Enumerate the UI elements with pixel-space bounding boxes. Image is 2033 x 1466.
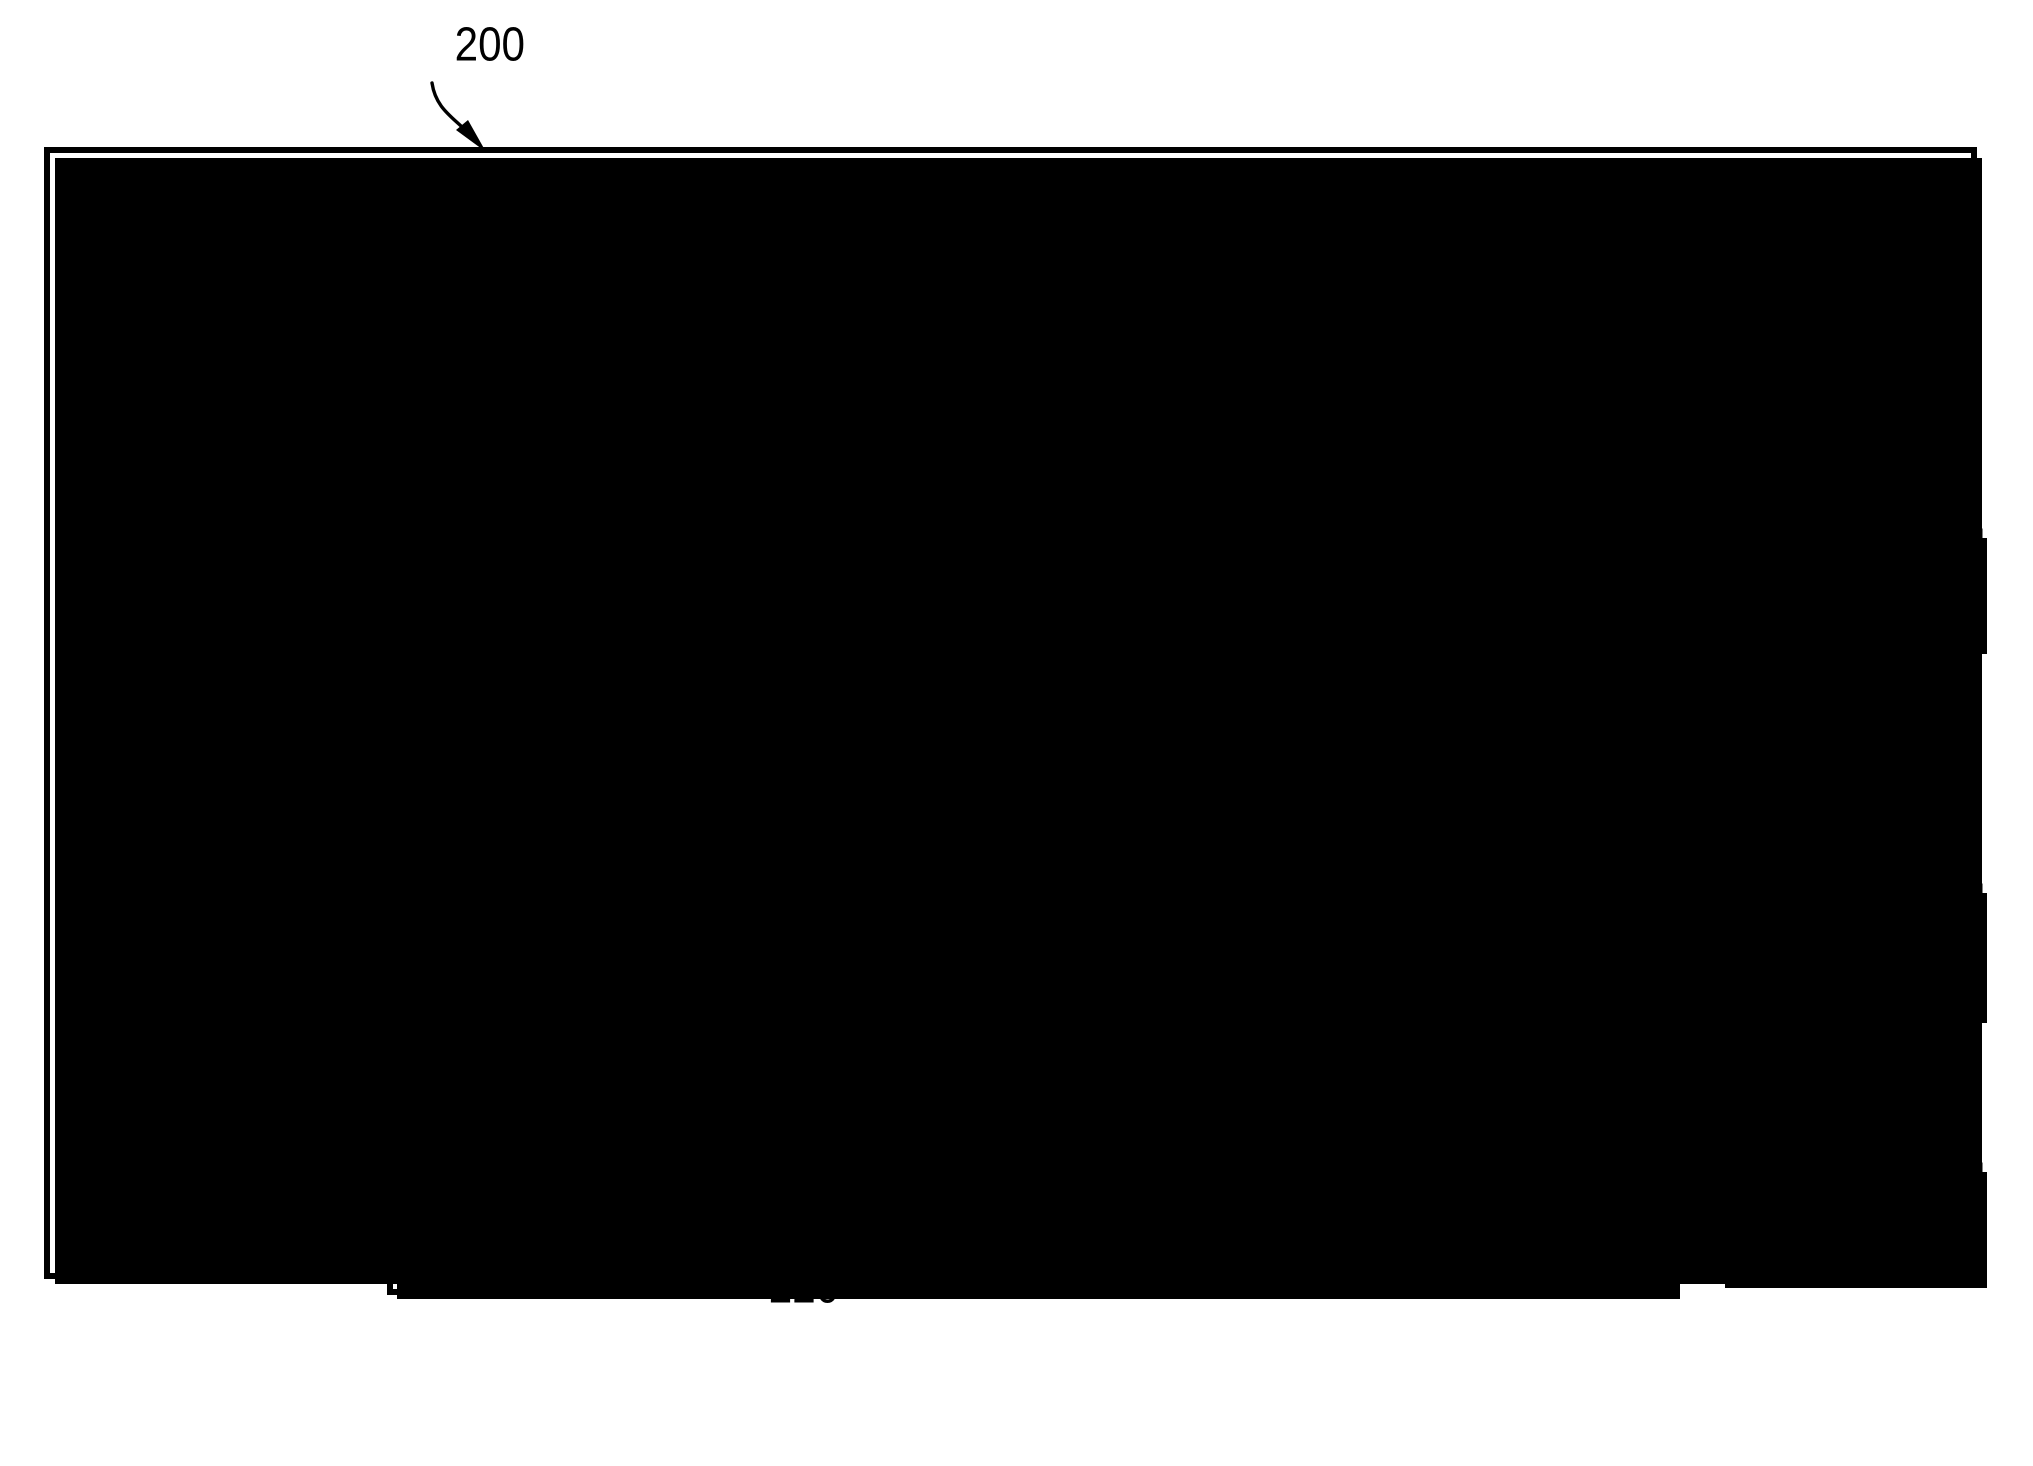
identification-tag-224-line2: TAG bbox=[1067, 951, 1137, 996]
ref-216-label: 216 bbox=[1750, 1085, 1820, 1139]
display-device-226-line1: DISPLAY bbox=[1028, 1165, 1174, 1210]
identification-tag-reader-232-line2: TAG READER bbox=[754, 593, 980, 638]
ref-220-label: 220 bbox=[769, 1259, 839, 1313]
detector-208-label: DETECTOR bbox=[217, 920, 410, 965]
biometric-device-222-line1: BIOMETRIC bbox=[1300, 903, 1495, 948]
ref-224-label: 224 bbox=[1104, 1082, 1174, 1136]
biometric-device-222-line2: DEVICE bbox=[1332, 951, 1463, 996]
identification-tag-224-line1: IDENTIFICATION bbox=[963, 903, 1240, 948]
display-devices-214-line1: DISPLAY bbox=[512, 545, 658, 590]
ref-210-label: 210 bbox=[1637, 1066, 1707, 1120]
display-devices-214-line2: DEVICES bbox=[508, 593, 662, 638]
ref-218-label: 218 bbox=[1450, 419, 1520, 473]
ref-204-label: 204 bbox=[250, 419, 320, 473]
block-diagram-svg: DIGITAL CUSTOMER MARKETING ENVIRONMENT 2… bbox=[44, 17, 1987, 1313]
ref-212-label: 212 bbox=[1181, 419, 1251, 473]
ref-232-label: 232 bbox=[807, 419, 877, 473]
display-devices-216-line2: DEVICES bbox=[1672, 949, 1826, 994]
ref-206-label: 206 bbox=[1714, 419, 1784, 473]
outer-box-title: DIGITAL CUSTOMER MARKETING ENVIRONMENT bbox=[591, 199, 1465, 246]
patent-figure-canvas: DIGITAL CUSTOMER MARKETING ENVIRONMENT 2… bbox=[0, 0, 2033, 1466]
ref-230-label: 230 bbox=[592, 1081, 662, 1135]
identification-tag-reader-232-line1: IDENTIFICATION bbox=[729, 545, 1006, 590]
detector-210-label: DETECTOR bbox=[1653, 1199, 1846, 1244]
biometric-devices-218-line1: BIOMETRIC bbox=[1360, 545, 1555, 590]
retail-facility-title: RETAIL FACILITY bbox=[892, 327, 1174, 372]
set-of-detectors-212-line2: DETECTORS bbox=[1080, 593, 1296, 638]
identification-tags-230-line1: IDENTIFICATION bbox=[558, 903, 835, 948]
detector-206-label: DETECTOR bbox=[1653, 565, 1846, 610]
ref-222-label: 222 bbox=[1398, 1082, 1468, 1136]
container-220-title: CONTAINER bbox=[1128, 823, 1333, 868]
display-device-226-line2: DEVICE bbox=[1036, 1213, 1167, 1258]
display-devices-216-line1: DISPLAY bbox=[1676, 901, 1822, 946]
ref-226-label: 226 bbox=[1317, 1231, 1387, 1285]
ref-214-label: 214 bbox=[515, 419, 585, 473]
biometric-devices-218-line2: DEVICES bbox=[1381, 593, 1535, 638]
retail-items-228-title: RETAIL ITEMS bbox=[577, 823, 814, 868]
ref-208-label: 208 bbox=[250, 1069, 320, 1123]
set-of-detectors-212-line1: SET OF bbox=[1125, 545, 1251, 590]
detector-204-label: DETECTOR bbox=[217, 565, 410, 610]
ref-200-label: 200 bbox=[455, 17, 525, 71]
identification-tags-230-line2: TAGS bbox=[650, 951, 743, 996]
ref-228-label: 228 bbox=[562, 1251, 632, 1305]
